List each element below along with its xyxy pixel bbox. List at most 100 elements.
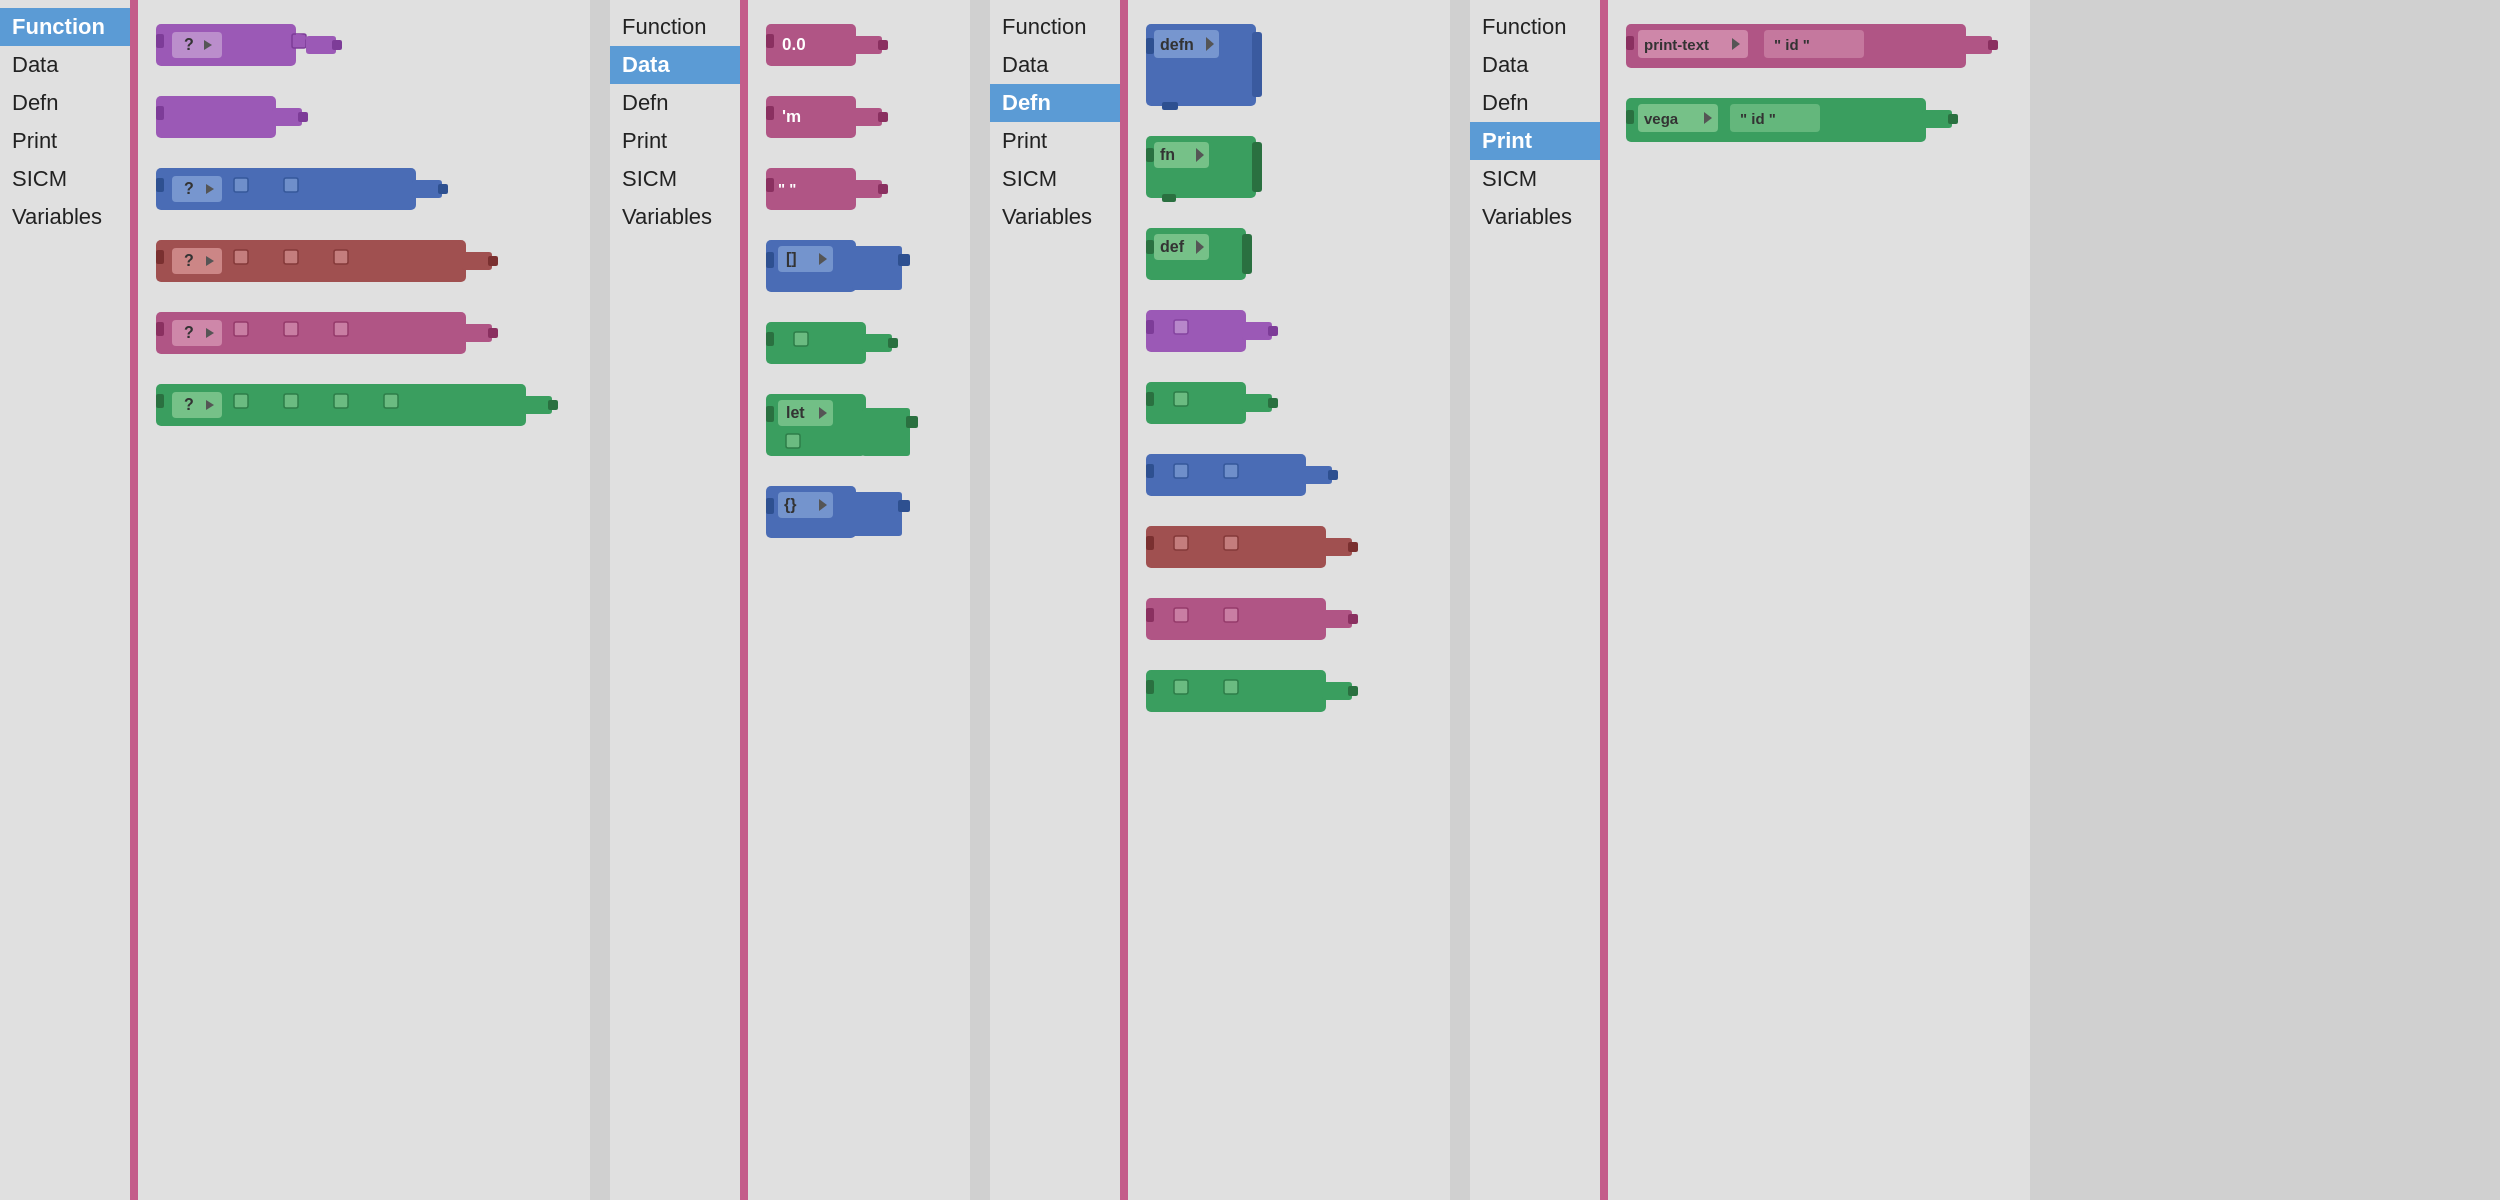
svg-rect-134 <box>1322 538 1352 556</box>
sidebar-item-function-4[interactable]: Function <box>1470 8 1600 46</box>
block-value-m[interactable]: 'm <box>764 92 894 146</box>
block-let[interactable]: let <box>764 390 924 464</box>
svg-rect-139 <box>1224 608 1238 622</box>
svg-rect-138 <box>1174 608 1188 622</box>
sidebar-panel1: Function Data Defn Print SICM Variables <box>0 0 130 1200</box>
svg-rect-53 <box>766 34 774 48</box>
svg-rect-32 <box>156 322 164 336</box>
svg-rect-117 <box>1242 322 1272 340</box>
svg-rect-39 <box>462 324 492 342</box>
sidebar-panel2: Function Data Defn Print SICM Variables <box>610 0 740 1200</box>
svg-rect-37 <box>284 322 298 336</box>
svg-rect-42 <box>156 394 164 408</box>
svg-rect-74 <box>766 322 866 364</box>
svg-rect-6 <box>306 36 336 54</box>
svg-rect-57 <box>766 96 856 138</box>
sidebar-panel4: Function Data Defn Print SICM Variables <box>1470 0 1600 1200</box>
sidebar-item-data-3[interactable]: Data <box>990 46 1120 84</box>
svg-text:0.0: 0.0 <box>782 35 806 54</box>
svg-rect-135 <box>1348 542 1358 552</box>
block-def[interactable]: def <box>1144 224 1254 288</box>
svg-rect-19 <box>412 180 442 198</box>
block-vega[interactable]: vega " id " <box>1624 94 1964 150</box>
svg-rect-106 <box>1162 194 1176 202</box>
svg-rect-22 <box>156 250 164 264</box>
sidebar-item-sicm-3[interactable]: SICM <box>990 160 1120 198</box>
svg-rect-56 <box>878 40 888 50</box>
svg-text:" id ": " id " <box>1774 36 1810 53</box>
svg-rect-23 <box>172 248 222 274</box>
sidebar-item-defn-2[interactable]: Defn <box>610 84 740 122</box>
svg-rect-52 <box>766 24 856 66</box>
sidebar-item-data-1[interactable]: Data <box>0 46 130 84</box>
svg-rect-77 <box>862 334 892 352</box>
svg-rect-3 <box>172 32 222 58</box>
sidebar-item-variables-2[interactable]: Variables <box>610 198 740 236</box>
sidebar-item-function-3[interactable]: Function <box>990 8 1120 46</box>
block-value-00[interactable]: 0.0 <box>764 20 894 74</box>
svg-rect-149 <box>1626 36 1634 50</box>
svg-rect-43 <box>172 392 222 418</box>
sidebar-item-sicm-2[interactable]: SICM <box>610 160 740 198</box>
svg-rect-7 <box>332 40 342 50</box>
svg-rect-78 <box>888 338 898 348</box>
block-green-single-3[interactable] <box>1144 378 1284 432</box>
block-purple-plain-1[interactable] <box>154 92 314 146</box>
block-green-question-4conn[interactable]: ? <box>154 380 574 434</box>
sidebar-item-variables-1[interactable]: Variables <box>0 198 130 236</box>
sidebar-item-print-2[interactable]: Print <box>610 122 740 160</box>
sidebar-item-function-1[interactable]: Function <box>0 8 130 46</box>
svg-rect-65 <box>852 180 882 198</box>
svg-rect-113 <box>1242 234 1252 274</box>
svg-rect-47 <box>284 394 298 408</box>
sidebar-item-print-3[interactable]: Print <box>990 122 1120 160</box>
svg-rect-155 <box>1962 36 1992 54</box>
sidebar-item-sicm-1[interactable]: SICM <box>0 160 130 198</box>
block-red-double-3[interactable] <box>1144 522 1364 576</box>
sidebar-item-variables-4[interactable]: Variables <box>1470 198 1600 236</box>
block-map[interactable]: {} <box>764 482 924 546</box>
svg-rect-13 <box>156 178 164 192</box>
block-blue-question-2conn[interactable]: ? <box>154 164 464 218</box>
svg-rect-8 <box>156 96 276 138</box>
block-pink-double-3[interactable] <box>1144 594 1364 648</box>
sidebar-item-variables-3[interactable]: Variables <box>990 198 1120 236</box>
blocks-area-panel1: ? <box>138 0 590 1200</box>
svg-rect-116 <box>1174 320 1188 334</box>
block-print-text[interactable]: print-text " id " <box>1624 20 2004 76</box>
svg-rect-84 <box>786 434 800 448</box>
block-green-double-3[interactable] <box>1144 666 1364 720</box>
block-green-connector[interactable] <box>764 318 904 372</box>
svg-rect-63 <box>766 178 774 192</box>
svg-rect-144 <box>1174 680 1188 694</box>
block-purple-single-3[interactable] <box>1144 306 1284 360</box>
svg-rect-158 <box>1626 110 1634 124</box>
sidebar-item-defn-3[interactable]: Defn <box>990 84 1120 122</box>
block-fn[interactable]: fn <box>1144 132 1264 206</box>
block-list[interactable]: [] <box>764 236 924 300</box>
svg-rect-1 <box>156 34 164 48</box>
sidebar-item-print-1[interactable]: Print <box>0 122 130 160</box>
sidebar-item-print-4[interactable]: Print <box>1470 122 1600 160</box>
svg-rect-98 <box>1146 38 1154 54</box>
sidebar-item-data-2[interactable]: Data <box>610 46 740 84</box>
block-red-question-3conn[interactable]: ? <box>154 236 514 290</box>
svg-rect-76 <box>794 332 808 346</box>
svg-rect-68 <box>766 252 774 268</box>
svg-rect-85 <box>862 408 910 456</box>
svg-text:?: ? <box>184 252 194 269</box>
block-purple-question-1[interactable]: ? <box>154 20 354 74</box>
svg-rect-121 <box>1174 392 1188 406</box>
sidebar-item-data-4[interactable]: Data <box>1470 46 1600 84</box>
svg-text:" id ": " id " <box>1740 110 1776 127</box>
sidebar-item-defn-1[interactable]: Defn <box>0 84 130 122</box>
block-pink-question-3conn[interactable]: ? <box>154 308 514 362</box>
svg-text:{}: {} <box>784 496 796 513</box>
block-value-string[interactable]: " " <box>764 164 894 218</box>
block-defn[interactable]: defn <box>1144 20 1264 114</box>
block-blue-double-3[interactable] <box>1144 450 1344 504</box>
sidebar-item-defn-4[interactable]: Defn <box>1470 84 1600 122</box>
svg-text:vega: vega <box>1644 110 1679 127</box>
sidebar-item-function-2[interactable]: Function <box>610 8 740 46</box>
sidebar-item-sicm-4[interactable]: SICM <box>1470 160 1600 198</box>
